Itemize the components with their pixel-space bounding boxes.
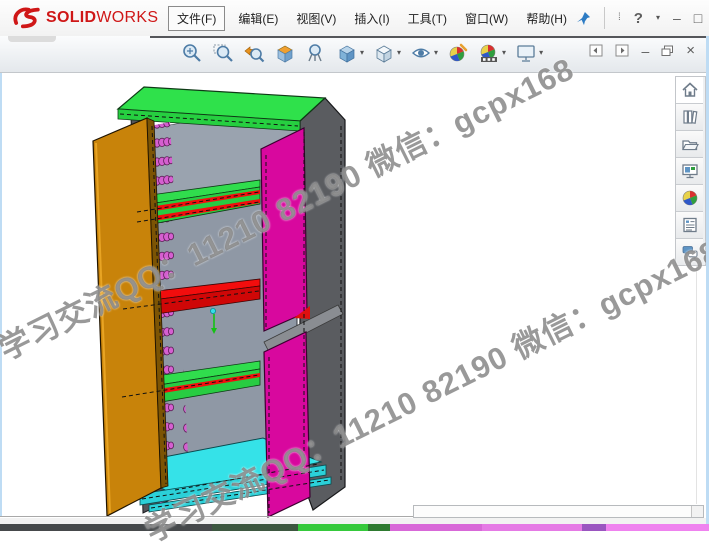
taskpane-forum-button[interactable] [676, 239, 703, 265]
annotation-views-button[interactable] [304, 41, 328, 65]
brand-light: WORKS [96, 9, 158, 26]
strip-segment [212, 524, 298, 531]
apply-scene-button[interactable]: ▾ [477, 41, 507, 65]
zoom-to-fit-icon [181, 42, 203, 64]
taskpane-file-explorer-button[interactable] [676, 131, 703, 158]
menu-items: 文件(F) 编辑(E) 视图(V) 插入(I) 工具(T) 窗口(W) 帮助(H… [168, 6, 576, 31]
strip-segment [582, 524, 606, 531]
display-style-button[interactable]: ▾ [372, 41, 402, 65]
strip-segment [606, 524, 709, 531]
doc-minimize-button[interactable]: – [641, 44, 649, 58]
pushpin-icon[interactable] [576, 11, 591, 26]
toolbar-top-border [150, 36, 709, 38]
previous-view-icon [243, 42, 265, 64]
view-palette-icon [681, 162, 699, 180]
solidworks-logo-icon [12, 5, 42, 31]
zoom-to-fit-button[interactable] [180, 41, 204, 65]
menu-tools[interactable]: 工具(T) [399, 6, 456, 31]
brand-text: SOLIDWORKS [46, 9, 158, 27]
bottom-edge-strip [0, 524, 709, 531]
view-orientation-button[interactable]: ▾ [335, 41, 365, 65]
strip-segment [368, 524, 390, 531]
view-settings-icon [515, 42, 537, 64]
hide-show-caret-icon[interactable]: ▾ [434, 49, 438, 57]
strip-segment [0, 524, 212, 531]
custom-properties-icon [681, 216, 699, 234]
viewport-bottom-border [0, 516, 414, 517]
solidworks-logo: SOLIDWORKS [0, 5, 168, 31]
title-menu-bar: SOLIDWORKS 文件(F) 编辑(E) 视图(V) 插入(I) 工具(T)… [0, 0, 709, 36]
view-orientation-icon [336, 42, 358, 64]
forum-icon [681, 243, 699, 261]
pane-arrow-left-button[interactable] [589, 44, 603, 57]
strip-segment [298, 524, 368, 531]
menu-file[interactable]: 文件(F) [168, 6, 225, 31]
edit-appearance-icon [447, 42, 469, 64]
task-pane [675, 76, 706, 266]
zoom-to-area-button[interactable] [211, 41, 235, 65]
menu-help[interactable]: 帮助(H) [517, 6, 576, 31]
pane-arrow-right-button[interactable] [615, 44, 629, 57]
taskpane-home-button[interactable] [676, 77, 703, 104]
taskpane-custom-properties-button[interactable] [676, 212, 703, 239]
apply-scene-caret-icon[interactable]: ▾ [502, 49, 506, 57]
annotation-views-icon [305, 42, 327, 64]
home-icon [681, 81, 699, 99]
scrollbar-track[interactable] [414, 506, 691, 517]
toolbar-overflow-icon[interactable]: ⁞ [618, 13, 621, 23]
menu-view[interactable]: 视图(V) [287, 6, 345, 31]
taskpane-appearances-button[interactable] [676, 185, 703, 212]
strip-segment [390, 524, 482, 531]
view-orientation-caret-icon[interactable]: ▾ [360, 49, 364, 57]
file-explorer-icon [681, 135, 699, 153]
hide-show-items-button[interactable]: ▾ [409, 41, 439, 65]
display-style-caret-icon[interactable]: ▾ [397, 49, 401, 57]
apply-scene-icon [478, 42, 500, 64]
horizontal-scrollbar[interactable] [413, 505, 704, 518]
previous-view-button[interactable] [242, 41, 266, 65]
doc-restore-button[interactable] [661, 45, 674, 57]
help-caret-icon[interactable]: ▾ [656, 14, 660, 22]
window-minimize-button[interactable]: – [673, 11, 681, 25]
design-library-icon [681, 108, 699, 126]
edit-appearance-button[interactable] [446, 41, 470, 65]
brand-bold: SOLID [46, 9, 96, 26]
heads-up-view-toolbar: ▾ ▾ ▾ [0, 36, 709, 73]
view-settings-caret-icon[interactable]: ▾ [539, 49, 543, 57]
menubar-separator [604, 7, 605, 29]
section-view-button[interactable] [273, 41, 297, 65]
strip-segment [482, 524, 582, 531]
help-button[interactable]: ? [634, 11, 643, 26]
scrollbar-corner [691, 506, 703, 517]
tab-notch [8, 36, 56, 42]
view-settings-button[interactable]: ▾ [514, 41, 544, 65]
menu-insert[interactable]: 插入(I) [345, 6, 398, 31]
window-maximize-button[interactable]: □ [694, 11, 702, 25]
appearances-icon [681, 189, 699, 207]
taskpane-design-library-button[interactable] [676, 104, 703, 131]
doc-close-button[interactable]: × [686, 43, 695, 58]
display-style-icon [373, 42, 395, 64]
graphics-viewport[interactable] [0, 72, 709, 517]
menu-window[interactable]: 窗口(W) [456, 6, 517, 31]
taskpane-view-palette-button[interactable] [676, 158, 703, 185]
zoom-to-area-icon [212, 42, 234, 64]
section-view-icon [274, 42, 296, 64]
menu-edit[interactable]: 编辑(E) [229, 6, 287, 31]
taskpane-collapsed-edge [696, 266, 697, 504]
hide-show-items-icon [410, 42, 432, 64]
